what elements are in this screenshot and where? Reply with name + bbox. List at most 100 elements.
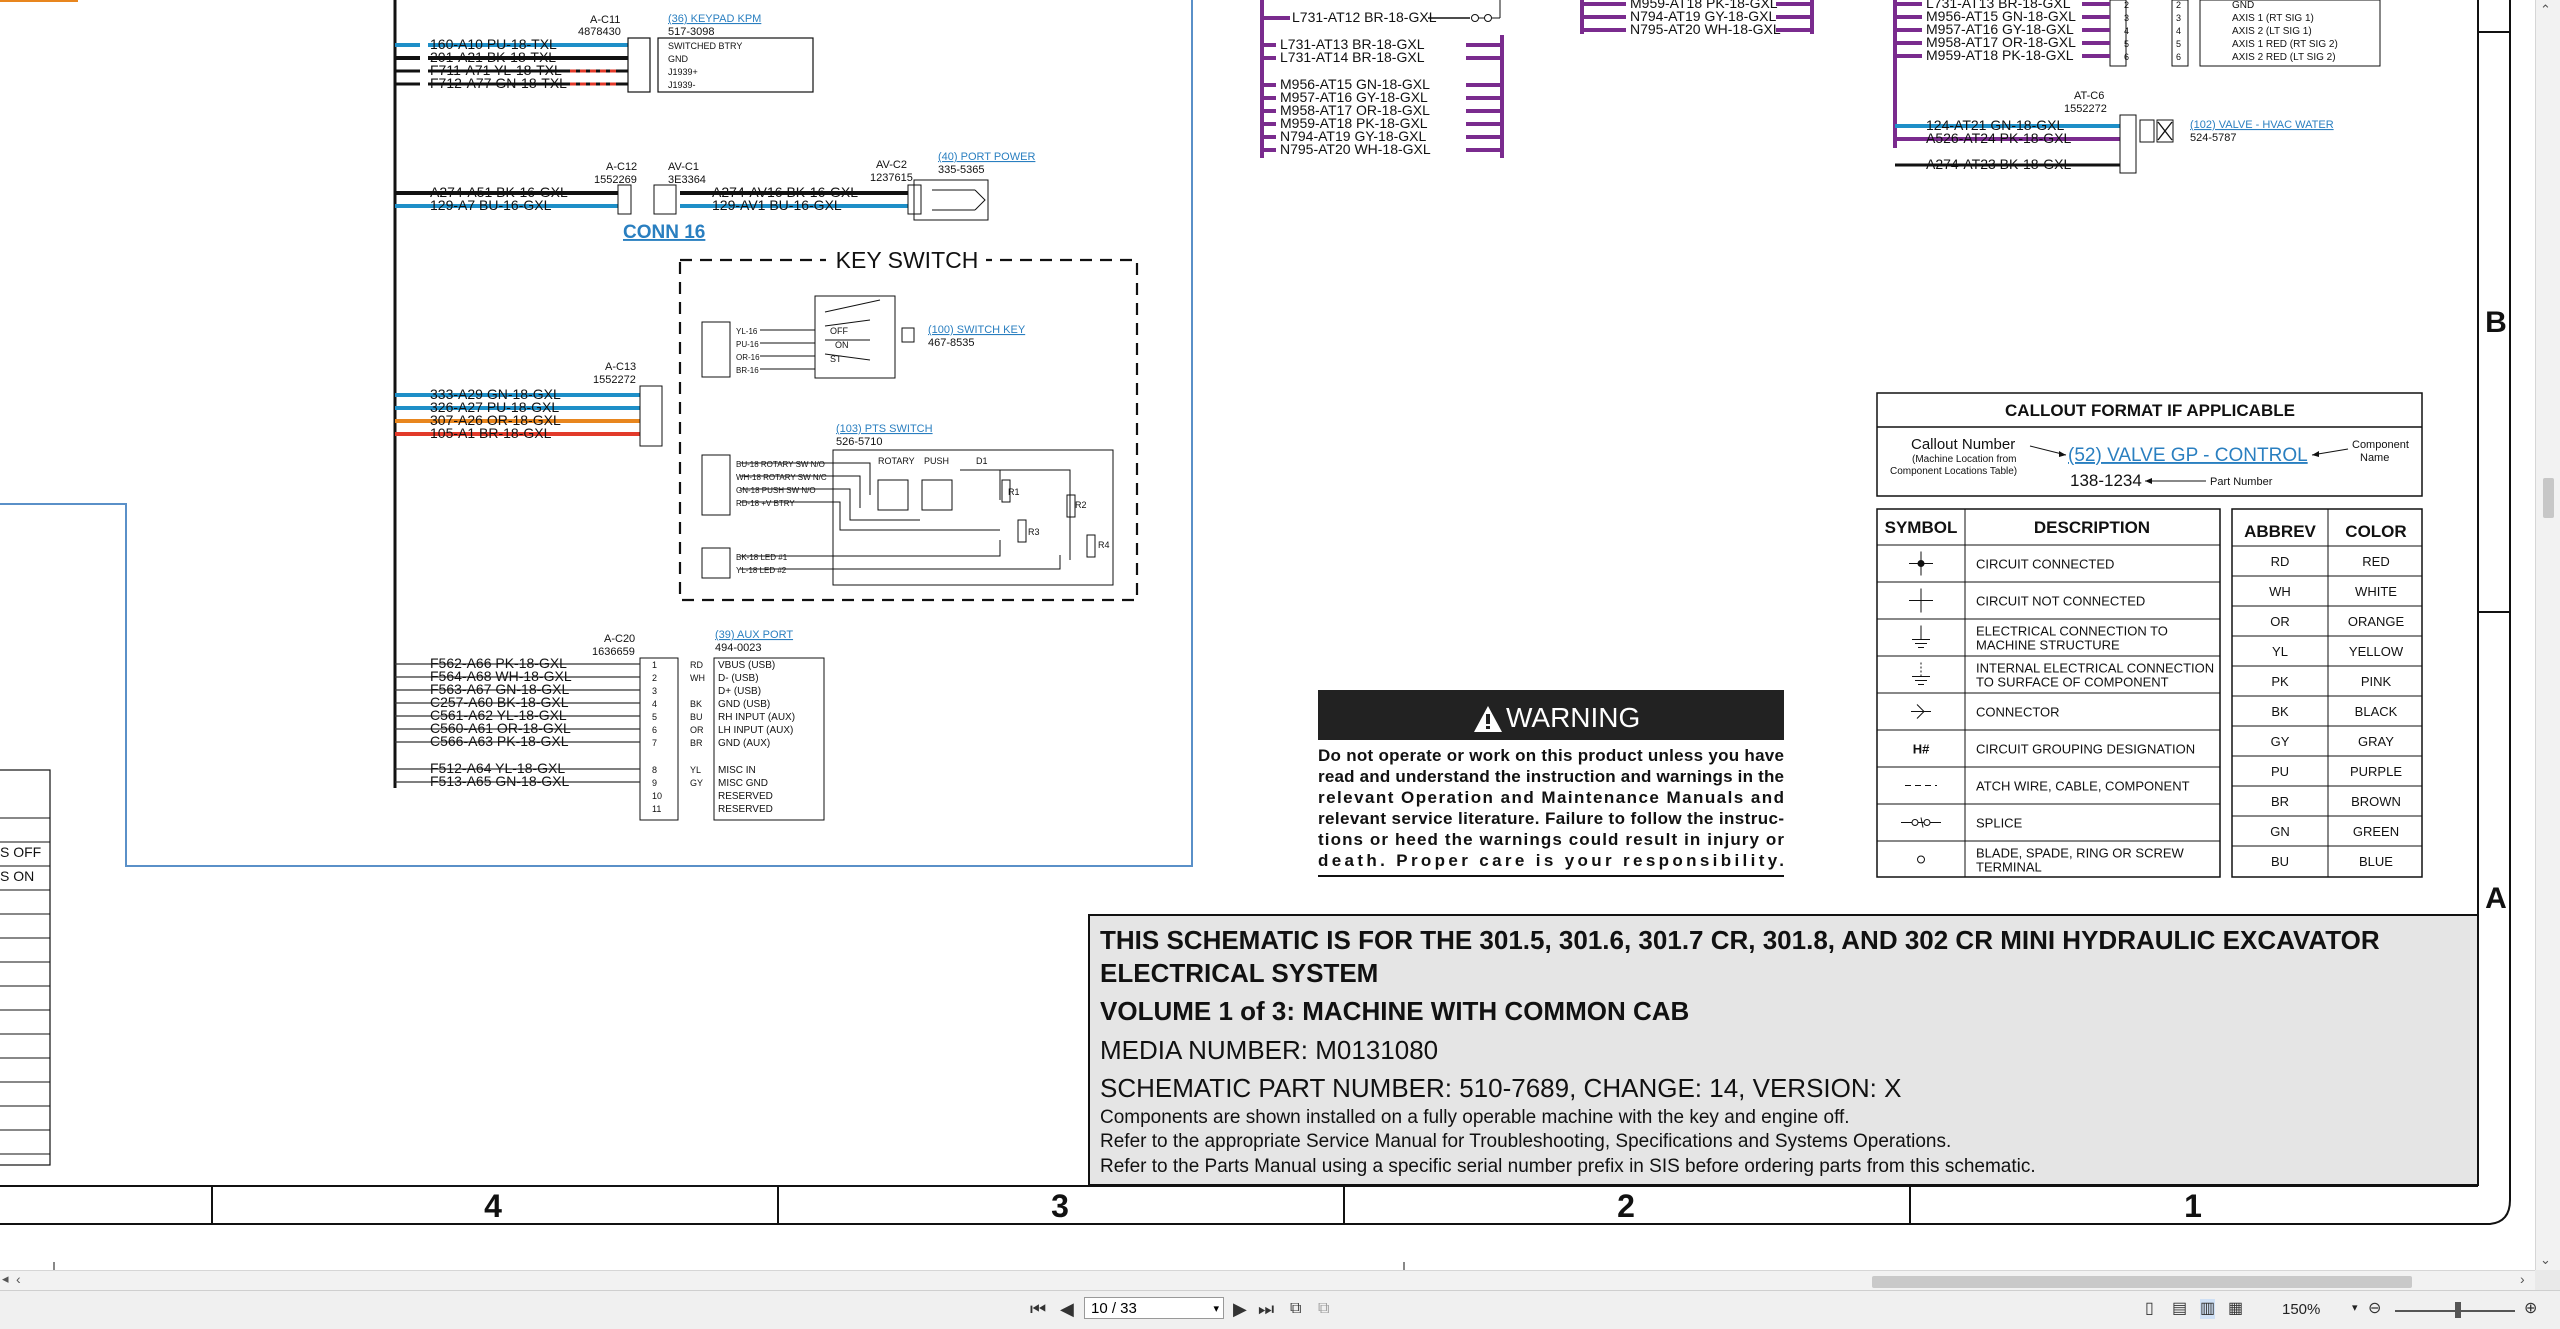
svg-text:5: 5	[652, 712, 657, 722]
callout-example[interactable]: (52) VALVE GP - CONTROL	[2068, 445, 2308, 466]
symbol-desc-8: SPLICE	[1976, 816, 2023, 831]
kpm-ref: A-C11	[590, 14, 620, 26]
zoom-out-icon[interactable]: ⊖	[2368, 1299, 2381, 1319]
vertical-scrollbar[interactable]: ⌃ ⌄	[2535, 0, 2560, 1270]
title-line8: Refer to the Parts Manual using a specif…	[1100, 1156, 2036, 1177]
kpm-label-3: J1939+	[668, 67, 698, 77]
scroll-down-icon[interactable]: ⌄	[2540, 1252, 2551, 1268]
facing-pages-icon[interactable]: ▥	[2200, 1299, 2216, 1319]
scroll-left-arrow-icon[interactable]: ‹	[16, 1271, 21, 1287]
aux-code-9: GY	[690, 778, 703, 788]
previous-view-icon[interactable]: ⧉	[1290, 1299, 1301, 1319]
warning-line-3: relevant Operation and Maintenance Manua…	[1318, 788, 1784, 807]
scroll-right-icon[interactable]: ›	[2520, 1271, 2525, 1287]
document-viewport[interactable]: A-C11 4878430 (36) KEYPAD KPM 517-3098 1…	[0, 0, 2560, 1270]
title-line4: MEDIA NUMBER: M0131080	[1100, 1035, 1438, 1065]
svg-text:4: 4	[2124, 26, 2129, 36]
ks-st: ST	[830, 354, 842, 364]
conn16-link[interactable]: CONN 16	[623, 222, 705, 243]
abbrev-header: ABBREV	[2244, 522, 2316, 541]
pts-r3: R3	[1028, 527, 1040, 537]
led-label-1: BK-18 LED #1	[736, 553, 788, 562]
first-page-icon[interactable]: ⏮	[1030, 1299, 1046, 1319]
scroll-up-icon[interactable]: ⌃	[2540, 2, 2551, 18]
svg-text:9: 9	[652, 778, 657, 788]
color-name-11: BLUE	[2359, 854, 2393, 869]
port-power-group: A-C12 1552269 AV-C1 3E3364 AV-C2 1237615…	[395, 151, 1035, 243]
key-switch-title: KEY SWITCH	[836, 247, 979, 273]
svg-text:2: 2	[2124, 0, 2129, 10]
color-name-1: RED	[2362, 554, 2389, 569]
color-abbrev-3: OR	[2270, 614, 2290, 629]
color-abbrev-7: GY	[2271, 734, 2290, 749]
svg-text:6: 6	[2124, 52, 2129, 62]
callout-name: Name	[2360, 452, 2389, 464]
vertical-scroll-thumb[interactable]	[2543, 478, 2554, 518]
next-view-icon[interactable]: ⧉	[1318, 1299, 1329, 1319]
pts-label-1: BU-18 ROTARY SW N/O	[736, 460, 825, 469]
warning-line-6: death. Proper care is your responsibilit…	[1318, 851, 1784, 870]
aux-signal-11: RESERVED	[718, 804, 773, 815]
horizontal-scroll-thumb[interactable]	[1872, 1276, 2412, 1288]
aux-port-link[interactable]: (39) AUX PORT	[715, 629, 793, 641]
zoom-slider-knob[interactable]	[2455, 1302, 2461, 1318]
single-page-icon[interactable]: ▯	[2145, 1299, 2154, 1319]
svg-text:8: 8	[652, 765, 657, 775]
next-page-icon[interactable]: ▶	[1233, 1299, 1247, 1319]
aux-signal-5: RH INPUT (AUX)	[718, 712, 795, 723]
port-power-link[interactable]: (40) PORT POWER	[938, 151, 1035, 163]
a-c20-ref: A-C20	[604, 633, 635, 645]
left-table-s-off: S OFF	[0, 844, 41, 860]
left-table-s-on: S ON	[0, 868, 34, 884]
zoom-in-icon[interactable]: ⊕	[2524, 1299, 2537, 1319]
mid-top-group: L731-AT12 BR-18-GXL L731-AT13 BR-18-GXLL…	[1260, 0, 1504, 158]
aux-signal-10: RESERVED	[718, 791, 773, 802]
right-top-group: L731-AT13 BR-18-GXL 2M956-AT15 GN-18-GXL 3…	[1893, 0, 2381, 174]
title-line5: SCHEMATIC PART NUMBER: 510-7689, CHANGE:…	[1100, 1073, 1901, 1103]
title-line2: ELECTRICAL SYSTEM	[1100, 958, 1378, 988]
kpm-label-1: SWITCHED BTRY	[668, 41, 742, 51]
continuous-page-icon[interactable]: ▤	[2172, 1299, 2187, 1319]
mid-wire-8: N795-AT20 WH-18-GXL	[1280, 141, 1431, 157]
last-page-icon[interactable]: ⏭	[1258, 1299, 1274, 1319]
symbol-desc-1: CIRCUIT CONNECTED	[1976, 557, 2114, 572]
callout-sub2: Component Locations Table)	[1890, 466, 2017, 477]
rt-label-4: AXIS 1 RED (RT SIG 2)	[2232, 39, 2338, 50]
switch-key-link[interactable]: (100) SWITCH KEY	[928, 324, 1026, 336]
page-number-input[interactable]: 10 / 33 ▾	[1084, 1297, 1224, 1319]
scroll-left-icon[interactable]: ◂	[2, 1271, 9, 1287]
color-name-9: BROWN	[2351, 794, 2401, 809]
aux-signal-3: D+ (USB)	[718, 686, 761, 697]
previous-page-icon[interactable]: ◀	[1060, 1299, 1074, 1319]
a-c13-pn: 1552272	[593, 374, 636, 386]
color-name-6: BLACK	[2355, 704, 2398, 719]
svg-text:2: 2	[2176, 0, 2181, 10]
svg-text:5: 5	[2124, 39, 2129, 49]
aux-wire-9: F513-A65 GN-18-GXL	[430, 773, 569, 789]
grid-col-3: 3	[1051, 1188, 1069, 1224]
horizontal-scrollbar[interactable]: ◂ ‹ ›	[0, 1270, 2535, 1291]
svg-text:4: 4	[2176, 26, 2181, 36]
warning-line-2: read and understand the instruction and …	[1318, 767, 1784, 786]
kpm-link[interactable]: (36) KEYPAD KPM	[668, 13, 761, 25]
symbol-desc-9b: TERMINAL	[1976, 860, 2042, 875]
svg-text:3: 3	[2176, 13, 2181, 23]
color-abbrev-1: RD	[2271, 554, 2290, 569]
aux-code-5: BU	[690, 712, 703, 722]
key-switch-group: KEY SWITCH A-C13 1552272 333-A29 GN-18-G…	[395, 246, 1139, 602]
zoom-level[interactable]: 150%	[2282, 1301, 2320, 1318]
aux-code-6: OR	[690, 725, 704, 735]
grid-row-a: A	[2485, 882, 2507, 915]
zoom-dropdown-icon[interactable]: ▾	[2352, 1301, 2358, 1314]
mid-wire-2: L731-AT14 BR-18-GXL	[1280, 49, 1425, 65]
hvac-link[interactable]: (102) VALVE - HVAC WATER	[2190, 119, 2334, 131]
rt-wire-5: M959-AT18 PK-18-GXL	[1926, 47, 2074, 63]
svg-text:7: 7	[652, 738, 657, 748]
ks-on: ON	[835, 340, 849, 350]
color-header: COLOR	[2345, 522, 2406, 541]
page-dropdown-icon[interactable]: ▾	[1213, 1298, 1219, 1320]
continuous-facing-icon[interactable]: ▦	[2228, 1299, 2243, 1319]
pts-link[interactable]: (103) PTS SWITCH	[836, 423, 933, 435]
color-name-4: YELLOW	[2349, 644, 2404, 659]
aux-code-2: WH	[690, 673, 705, 683]
